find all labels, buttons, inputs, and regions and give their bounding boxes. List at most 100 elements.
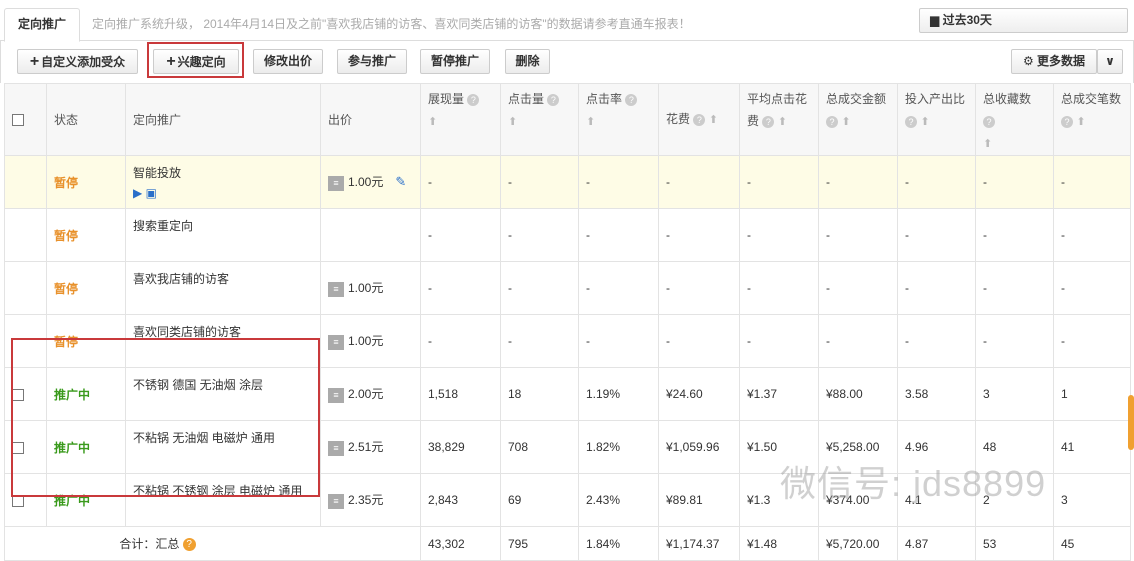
metric-cell: ¥1,059.96 [658,420,740,474]
metric-cell: 41 [1053,420,1131,474]
bid-value: 1.00元 [348,281,384,296]
help-icon[interactable]: ? [1061,115,1073,128]
sort-icon[interactable]: ⬆ [920,116,929,128]
sort-icon[interactable]: ⬆ [586,116,595,128]
label: 点击率 [586,92,623,106]
date-range-button[interactable]: ▆ 过去30天 [919,8,1128,33]
metric-cell: - [818,155,898,209]
metric-cell: ¥1.37 [739,367,819,421]
scroll-handle[interactable] [1128,395,1134,450]
label: 总成交笔数 [1061,92,1122,106]
metric-cell: 1.19% [578,367,659,421]
name-cell: 喜欢我店铺的访客 [125,261,321,315]
metric-cell: - [1053,314,1131,368]
sort-icon[interactable]: ⬆ [1076,116,1085,128]
select-all-checkbox[interactable] [12,114,24,127]
help-icon[interactable]: ? [547,93,560,106]
col-favorites[interactable]: 总收藏数 ? ⬆ [975,83,1054,156]
sort-icon[interactable]: ⬆ [841,116,850,128]
metric-cell: - [975,208,1054,262]
calendar-icon: ▆ [930,13,943,27]
help-icon[interactable]: ? [905,115,917,128]
total-value: ¥5,720.00 [818,526,898,561]
tab-targeting[interactable]: 定向推广 [4,8,80,42]
metric-cell: - [1053,155,1131,209]
metric-cell: ¥1.50 [739,420,819,474]
bid-icon: ≡ [328,440,344,456]
sort-icon[interactable]: ⬆ [709,114,718,126]
metric-cell: 2 [975,473,1054,527]
metric-cell: - [420,314,501,368]
col-orders[interactable]: 总成交笔数? ⬆ [1053,83,1131,156]
col-roi[interactable]: 投入产出比? ⬆ [897,83,976,156]
sort-icon[interactable]: ⬆ [778,116,787,128]
metric-cell: - [739,208,819,262]
col-cost[interactable]: 花费 ? ⬆ [658,83,740,156]
sort-icon[interactable]: ⬆ [428,116,437,128]
help-icon[interactable]: ? [762,115,775,128]
metric-cell: 1 [1053,367,1131,421]
metric-cell: - [975,314,1054,368]
col-clicks[interactable]: 点击量 ? ⬆ [500,83,579,156]
help-icon[interactable]: ? [693,113,706,126]
col-impressions[interactable]: 展现量 ? ⬆ [420,83,501,156]
bid-value: 1.00元 [348,334,384,349]
metric-cell: 1,518 [420,367,501,421]
bid-cell: ≡ 2.51元 [320,420,421,474]
metric-cell: 18 [500,367,579,421]
sort-icon[interactable]: ⬆ [508,116,517,128]
col-avg-cpc[interactable]: 平均点击花费 ? ⬆ [739,83,819,156]
metric-cell: - [500,261,579,315]
metric-cell: - [578,261,659,315]
bid-cell: ≡ 2.00元 [320,367,421,421]
play-icon[interactable]: ▶ [133,186,142,200]
bid-icon: ≡ [328,493,344,509]
bid-value: 2.00元 [348,387,384,402]
sort-icon[interactable]: ⬆ [983,138,992,150]
more-data-button[interactable]: ⚙ 更多数据 [1011,49,1097,74]
col-gmv[interactable]: 总成交金额? ⬆ [818,83,898,156]
help-icon[interactable]: ? [625,93,638,106]
metric-cell: - [420,261,501,315]
metric-cell: - [500,314,579,368]
metric-cell: - [739,314,819,368]
metric-cell: - [1053,208,1131,262]
metric-cell: 3.58 [897,367,976,421]
metric-cell: - [420,208,501,262]
targeting-name: 搜索重定向 [133,219,194,233]
top-bar: 定向推广 定向推广系统升级， 2014年4月14日及之前"喜欢我店铺的访客、喜欢… [0,0,1134,42]
pause-promotion-button[interactable]: 暂停推广 [420,49,490,74]
help-icon[interactable]: ? [467,93,480,106]
join-promotion-button[interactable]: 参与推广 [337,49,407,74]
label: 花费 [666,112,691,126]
col-bid: 出价 [320,83,421,156]
status-badge: 暂停 [54,228,79,243]
edit-bid-button[interactable]: 修改出价 [253,49,323,74]
more-data-dropdown[interactable]: ∨ [1097,49,1123,74]
bid-icon: ≡ [328,175,344,191]
status-badge: 暂停 [54,175,79,190]
total-value: 4.87 [897,526,976,561]
status-cell: 暂停 [46,261,126,315]
chevron-down-icon: ∨ [1105,54,1115,68]
metric-cell: - [420,155,501,209]
col-ctr[interactable]: 点击率 ? ⬆ [578,83,659,156]
notice-text: 定向推广系统升级， 2014年4月14日及之前"喜欢我店铺的访客、喜欢同类店铺的… [92,17,691,31]
report-icon[interactable]: ▣ [146,186,157,200]
delete-button[interactable]: 删除 [505,49,550,74]
help-icon[interactable]: ? [826,115,838,128]
metric-cell: 2.43% [578,473,659,527]
help-icon[interactable]: ? [182,538,196,552]
name-cell: 智能投放 ▶ ▣ [125,155,321,209]
help-icon[interactable]: ? [983,115,995,128]
metric-cell: ¥24.60 [658,367,740,421]
add-audience-button[interactable]: + 自定义添加受众 [17,49,138,74]
total-label: 合计：汇总 [119,537,180,551]
metric-cell: ¥89.81 [658,473,740,527]
metric-cell: 1.82% [578,420,659,474]
bid-value: 1.00元 [348,175,384,190]
label: 总成交金额 [826,92,887,106]
name-cell: 搜索重定向 [125,208,321,262]
pencil-icon[interactable]: ✎ [395,174,406,189]
gear-icon: ⚙ [1022,54,1038,68]
